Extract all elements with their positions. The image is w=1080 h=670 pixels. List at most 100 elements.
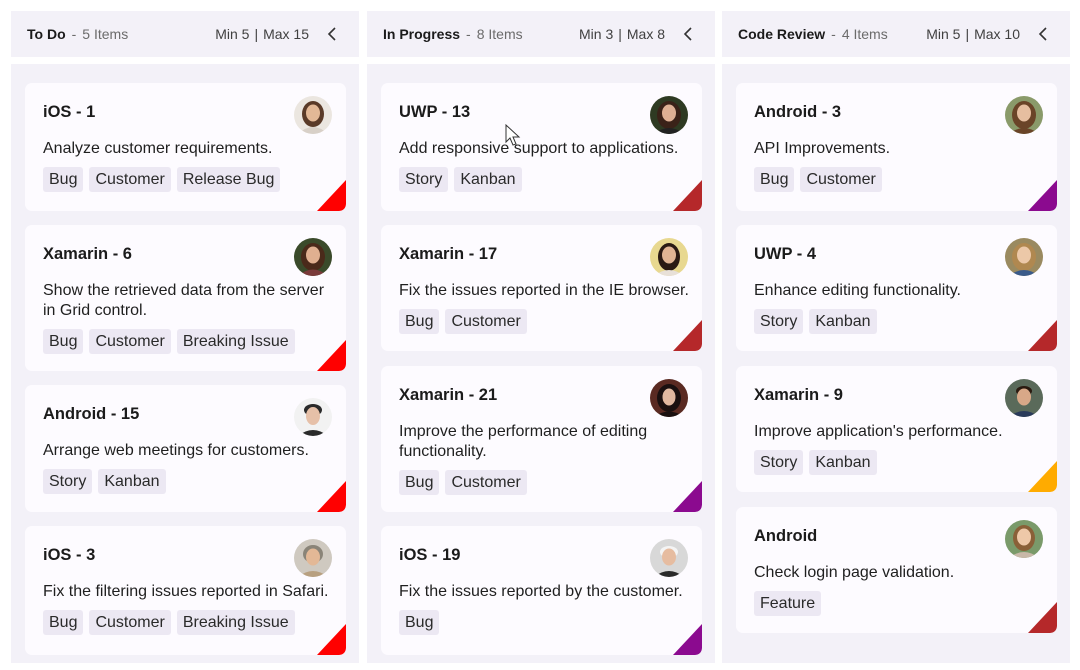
avatar: [294, 96, 332, 134]
card-tags: Story Kanban: [754, 309, 1057, 334]
column-separator: -: [71, 26, 77, 42]
priority-indicator: [317, 340, 346, 371]
kanban-card[interactable]: Xamarin - 6 Show the retrieved data from…: [25, 225, 346, 371]
avatar: [650, 379, 688, 417]
column-min: Min 5: [926, 26, 961, 42]
avatar: [1005, 96, 1043, 134]
chevron-left-icon: [1038, 27, 1047, 41]
kanban-card[interactable]: iOS - 1 Analyze customer requirements. B…: [25, 83, 346, 211]
collapse-button[interactable]: [1032, 23, 1054, 45]
card-tag: Customer: [89, 167, 171, 192]
column-header: To Do - 5 Items Min 5 | Max 15: [11, 11, 359, 57]
column-title: In Progress: [383, 26, 461, 42]
card-tag: Kanban: [809, 309, 877, 334]
kanban-card[interactable]: iOS - 3 Fix the filtering issues reporte…: [25, 526, 346, 655]
card-tag: Bug: [754, 167, 795, 192]
card-tag: Breaking Issue: [176, 329, 295, 354]
card-tags: Bug Customer: [754, 167, 1057, 192]
kanban-board: To Do - 5 Items Min 5 | Max 15 iOS - 1 Ana…: [0, 0, 1080, 670]
avatar: [650, 238, 688, 276]
column-limits: Min 3 | Max 8: [579, 26, 665, 42]
priority-indicator: [1028, 180, 1057, 211]
chevron-left-icon: [683, 27, 692, 41]
avatar: [294, 398, 332, 436]
card-description: Enhance editing functionality.: [754, 282, 961, 299]
card-description: API Improvements.: [754, 140, 891, 157]
priority-indicator: [1028, 461, 1057, 492]
card-tags: Bug Customer: [399, 309, 702, 334]
priority-indicator: [673, 481, 702, 512]
priority-indicator: [673, 180, 702, 211]
collapse-button[interactable]: [677, 23, 699, 45]
avatar: [1005, 520, 1043, 558]
card-tag: Story: [754, 309, 804, 334]
column-code-review: Code Review - 4 Items Min 5 | Max 10 Andro…: [722, 11, 1070, 663]
avatar: [1005, 238, 1043, 276]
card-description: Add responsive support to applications.: [399, 140, 679, 157]
card-tag: Customer: [89, 329, 171, 354]
column-separator: -: [466, 26, 471, 42]
card-tag: Customer: [445, 309, 527, 334]
column-in-progress: In Progress - 8 Items Min 3 | Max 8 UWP - …: [367, 11, 715, 663]
column-item-count: 8 Items: [476, 26, 523, 42]
column-item-count: 4 Items: [841, 26, 888, 42]
priority-indicator: [317, 624, 346, 655]
card-tags: Feature: [754, 591, 1057, 616]
column-header: In Progress - 8 Items Min 3 | Max 8: [367, 11, 715, 57]
column-body: iOS - 1 Analyze customer requirements. B…: [11, 64, 359, 663]
kanban-card[interactable]: UWP - 4 Enhance editing functionality. S…: [736, 225, 1057, 351]
column-to-do: To Do - 5 Items Min 5 | Max 15 iOS - 1 Ana…: [11, 11, 359, 663]
kanban-card[interactable]: UWP - 13 Add responsive support to appli…: [381, 83, 702, 211]
kanban-card[interactable]: Android Check login page validation. Fea…: [736, 507, 1057, 633]
kanban-card[interactable]: Xamarin - 9 Improve application's perfor…: [736, 366, 1057, 492]
card-tag: Kanban: [809, 450, 877, 475]
card-tags: Bug: [399, 610, 702, 635]
priority-indicator: [673, 624, 702, 655]
column-body: Android - 3 API Improvements. Bug Custom…: [722, 64, 1070, 663]
avatar: [294, 539, 332, 577]
limit-divider: |: [618, 26, 622, 42]
card-description: Improve application's performance.: [754, 423, 1003, 440]
card-tag: Feature: [754, 591, 822, 616]
column-min: Min 3: [579, 26, 614, 42]
card-description: Show the retrieved data from the server …: [43, 282, 325, 319]
column-max: Max 10: [974, 26, 1020, 42]
column-min: Min 5: [215, 26, 250, 42]
card-description: Arrange web meetings for customers.: [43, 442, 309, 459]
kanban-card[interactable]: Android - 15 Arrange web meetings for cu…: [25, 385, 346, 512]
kanban-card[interactable]: Xamarin - 21 Improve the performance of …: [381, 366, 702, 512]
kanban-card[interactable]: iOS - 19 Fix the issues reported by the …: [381, 526, 702, 655]
collapse-button[interactable]: [321, 23, 343, 45]
priority-indicator: [673, 320, 702, 351]
card-tag: Customer: [89, 610, 171, 635]
priority-indicator: [317, 180, 346, 211]
card-tag: Kanban: [454, 167, 522, 192]
kanban-card[interactable]: Android - 3 API Improvements. Bug Custom…: [736, 83, 1057, 211]
avatar: [650, 96, 688, 134]
column-title: To Do: [27, 26, 66, 42]
priority-indicator: [317, 481, 346, 512]
column-separator: -: [831, 26, 836, 42]
card-tag: Story: [399, 167, 449, 192]
card-description: Fix the issues reported in the IE browse…: [399, 282, 689, 299]
card-description: Analyze customer requirements.: [43, 140, 273, 157]
card-tag: Bug: [43, 167, 84, 192]
card-tag: Story: [754, 450, 804, 475]
card-description: Improve the performance of editing funct…: [399, 423, 648, 460]
card-tag: Bug: [43, 610, 84, 635]
card-tags: Story Kanban: [754, 450, 1057, 475]
card-description: Check login page validation.: [754, 564, 955, 581]
priority-indicator: [1028, 320, 1057, 351]
card-tag: Customer: [445, 470, 527, 495]
column-max: Max 8: [626, 26, 665, 42]
avatar: [650, 539, 688, 577]
card-tag: Bug: [399, 610, 440, 635]
card-tag: Kanban: [98, 469, 166, 494]
column-body: UWP - 13 Add responsive support to appli…: [367, 64, 715, 663]
kanban-card[interactable]: Xamarin - 17 Fix the issues reported in …: [381, 225, 702, 351]
column-title: Code Review: [738, 26, 826, 42]
card-tag: Breaking Issue: [176, 610, 295, 635]
card-tag: Bug: [43, 329, 84, 354]
chevron-left-icon: [327, 27, 336, 41]
mouse-pointer-icon: [505, 124, 521, 146]
